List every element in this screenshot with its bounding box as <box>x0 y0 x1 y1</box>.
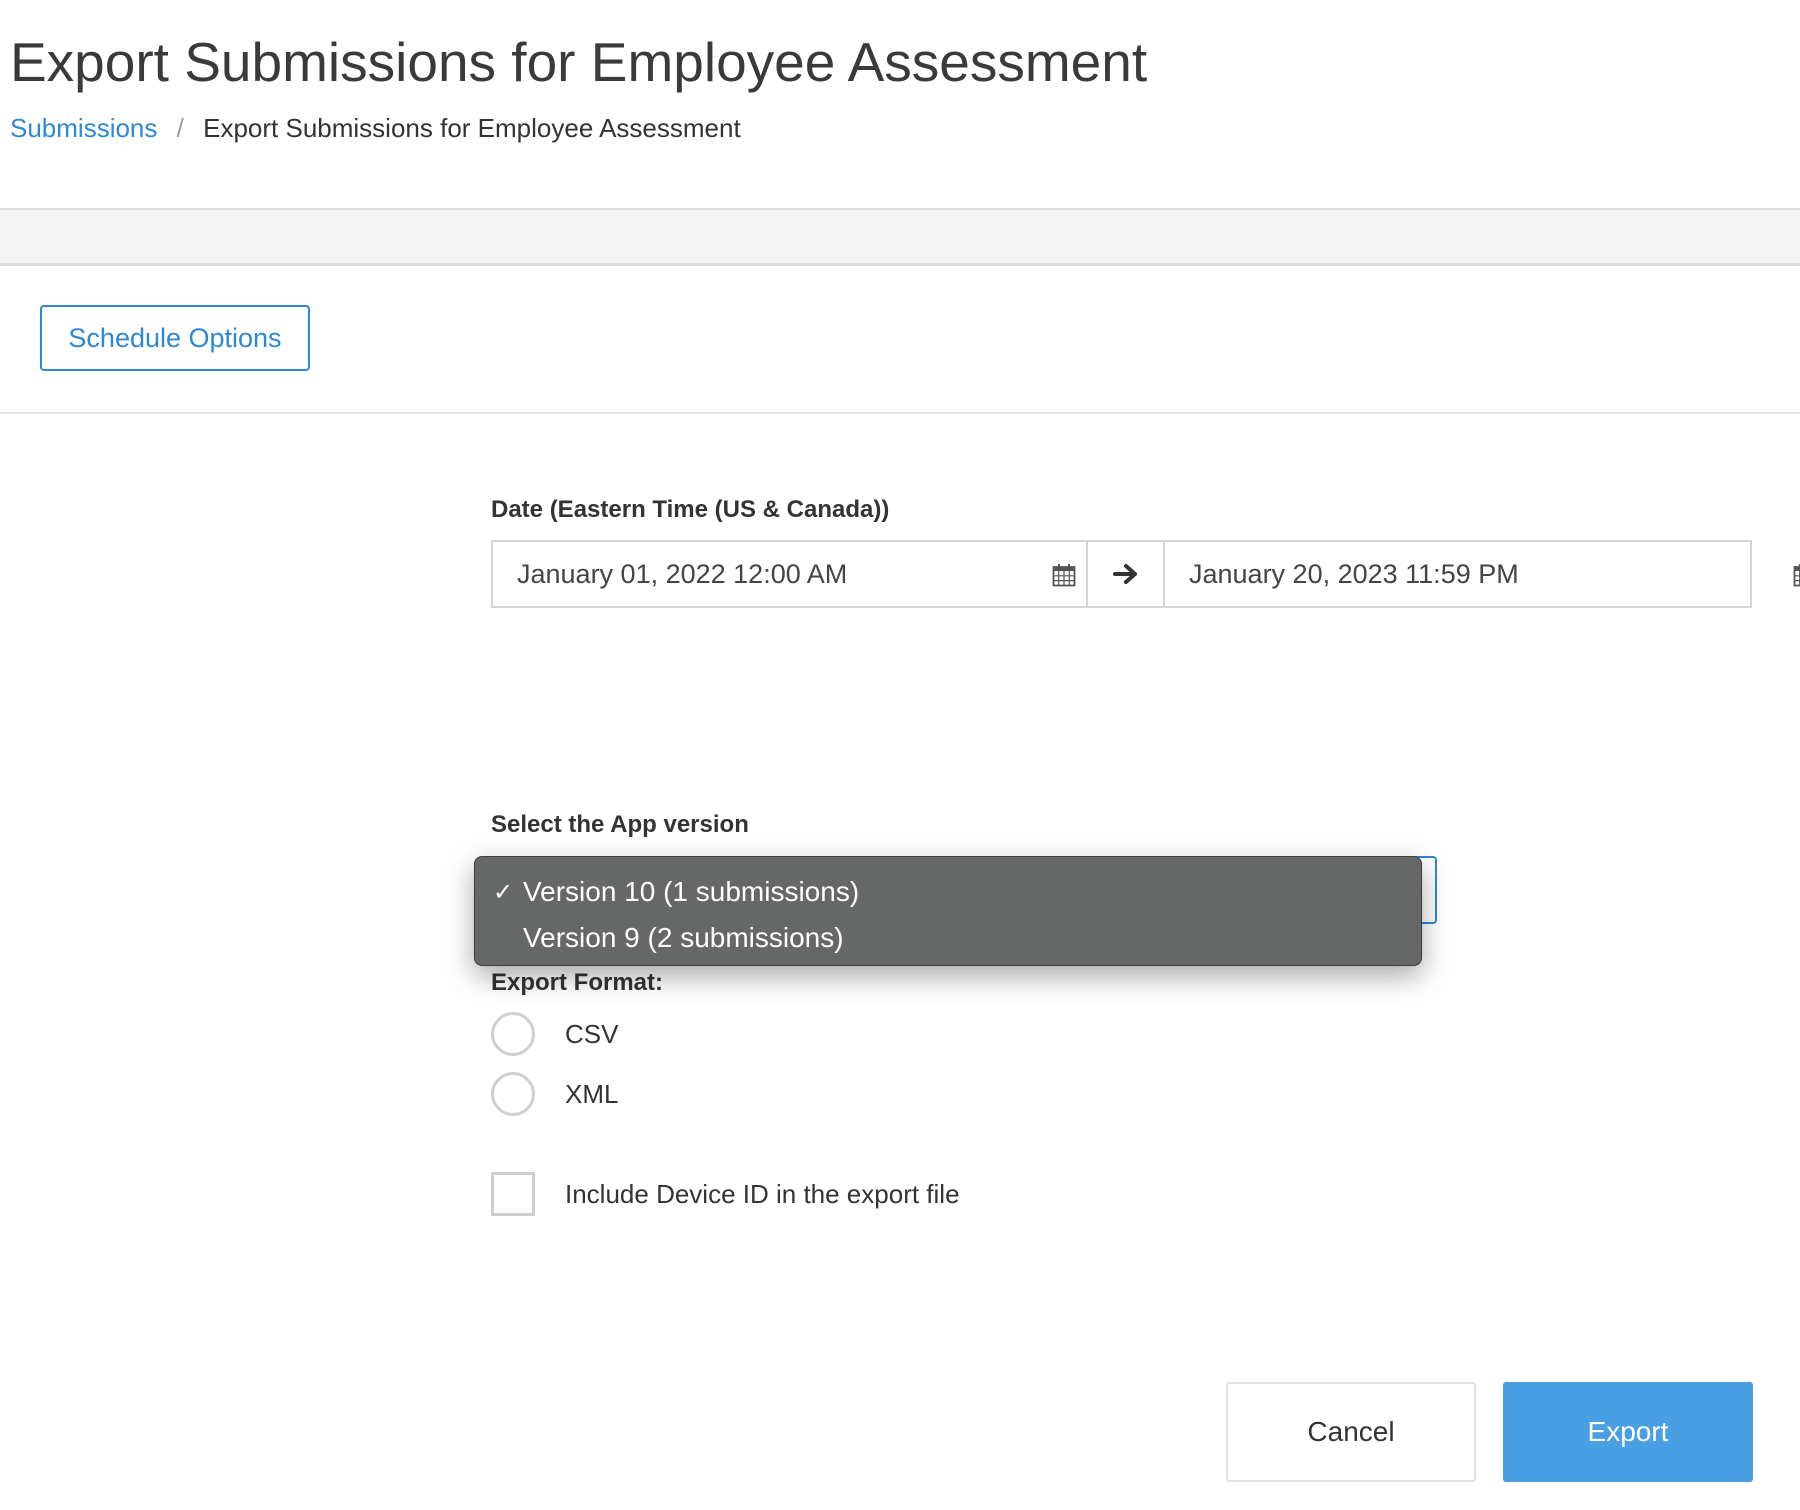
schedule-options-button[interactable]: Schedule Options <box>40 305 310 371</box>
csv-label: CSV <box>565 1018 619 1049</box>
breadcrumb-current: Export Submissions for Employee Assessme… <box>203 113 741 143</box>
breadcrumb: Submissions / Export Submissions for Emp… <box>10 110 741 146</box>
dropdown-option-version-9[interactable]: Version 9 (2 submissions) <box>475 915 1421 961</box>
option-label: Version 9 (2 submissions) <box>523 922 844 953</box>
calendar-icon[interactable] <box>1052 563 1076 587</box>
app-version-dropdown: ✓ Version 10 (1 submissions) Version 9 (… <box>474 856 1422 966</box>
date-range-arrow <box>1086 542 1165 606</box>
xml-radio[interactable] <box>491 1072 535 1116</box>
breadcrumb-link-submissions[interactable]: Submissions <box>10 113 157 143</box>
csv-radio[interactable] <box>491 1012 535 1056</box>
start-date-input[interactable]: January 01, 2022 12:00 AM <box>493 542 1086 606</box>
device-id-label: Include Device ID in the export file <box>565 1178 960 1209</box>
arrow-right-icon <box>1112 564 1137 584</box>
end-date-input[interactable]: January 20, 2023 11:59 PM <box>1165 542 1800 606</box>
page-title: Export Submissions for Employee Assessme… <box>10 31 1148 93</box>
end-date-value: January 20, 2023 11:59 PM <box>1189 559 1519 589</box>
app-version-label: Select the App version <box>491 811 749 838</box>
date-range-picker: January 01, 2022 12:00 AM January 20, 20… <box>491 540 1800 608</box>
calendar-icon[interactable] <box>1793 563 1800 587</box>
export-button[interactable]: Export <box>1503 1382 1753 1482</box>
section-divider <box>0 412 1800 414</box>
export-format-label: Export Format: <box>491 969 664 996</box>
device-id-option[interactable]: Include Device ID in the export file <box>491 1172 960 1216</box>
toolbar-band <box>0 208 1800 266</box>
format-option-csv[interactable]: CSV <box>491 1012 618 1056</box>
breadcrumb-separator: / <box>176 113 184 143</box>
start-date-value: January 01, 2022 12:00 AM <box>517 559 848 589</box>
dropdown-option-version-10[interactable]: ✓ Version 10 (1 submissions) <box>475 869 1421 915</box>
device-id-checkbox[interactable] <box>491 1172 535 1216</box>
checkmark-icon: ✓ <box>493 878 514 906</box>
xml-label: XML <box>565 1078 619 1109</box>
cancel-button[interactable]: Cancel <box>1226 1382 1476 1482</box>
date-label: Date (Eastern Time (US & Canada)) <box>491 496 890 523</box>
option-label: Version 10 (1 submissions) <box>523 876 860 907</box>
format-option-xml[interactable]: XML <box>491 1072 618 1116</box>
